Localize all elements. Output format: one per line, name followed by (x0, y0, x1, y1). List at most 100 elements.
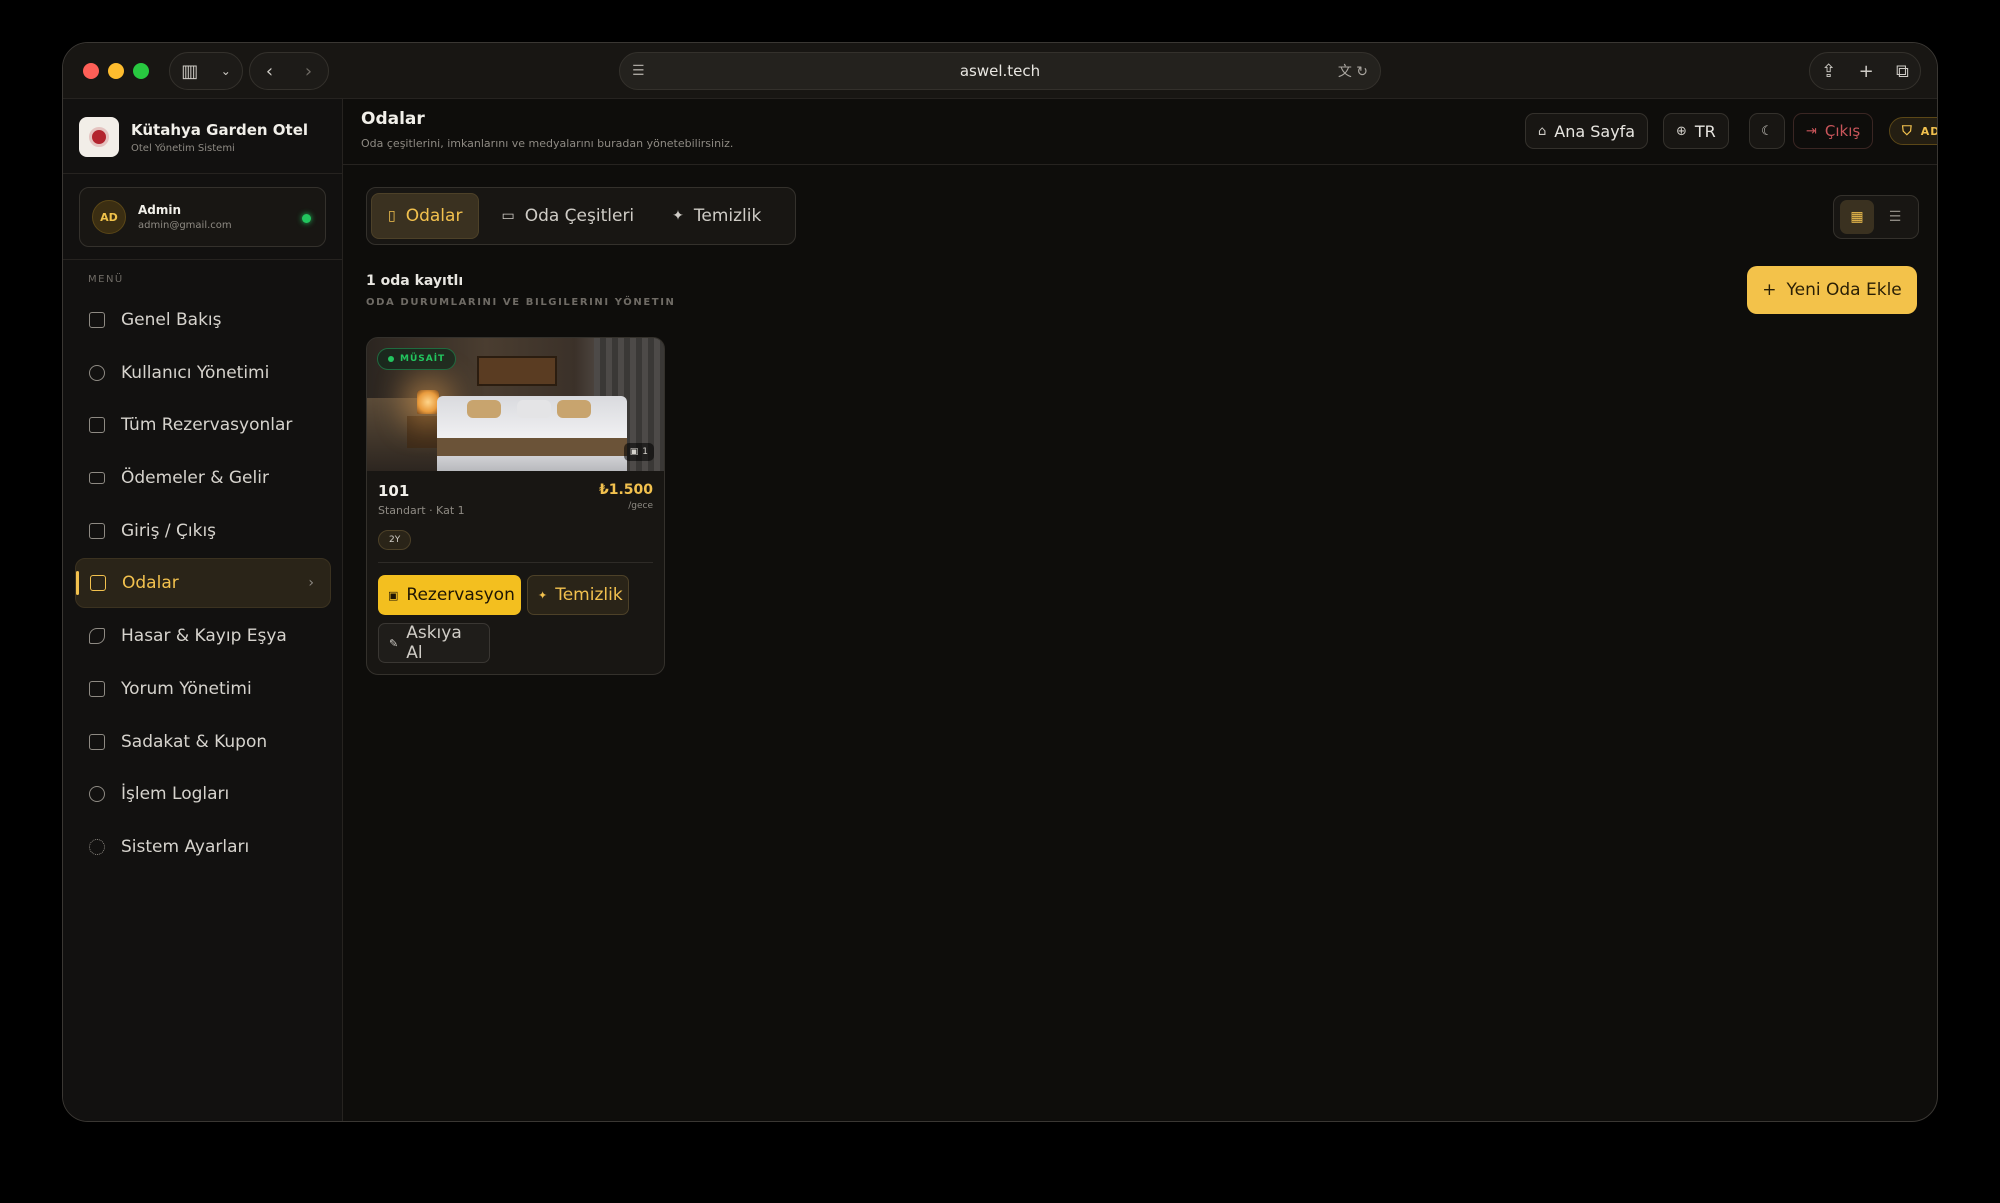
moon-icon: ☾ (1761, 123, 1773, 139)
sidebar-item-odemeler-gelir[interactable]: Ödemeler & Gelir (75, 453, 331, 503)
sidebar-item-sadakat-kupon[interactable]: Sadakat & Kupon (75, 717, 331, 767)
page-header: Odalar Oda çeşitlerini, imkanlarını ve m… (343, 99, 1937, 165)
sparkles-icon: ✦ (672, 208, 684, 224)
sidebar-item-giris-cikis[interactable]: Giriş / Çıkış (75, 506, 331, 556)
capacity-badge: 2Y (378, 530, 412, 550)
avatar: AD (92, 200, 126, 234)
view-toggle: ▦ ☰ (1833, 195, 1919, 239)
tab-odalar[interactable]: ▯ Odalar (371, 193, 480, 239)
sidebar-item-label: Giriş / Çıkış (121, 520, 217, 541)
home-button[interactable]: ⌂ Ana Sayfa (1525, 113, 1649, 149)
sidebar-item-label: Tüm Rezervasyonlar (121, 415, 293, 436)
room-count: 1 oda kayıtlı (366, 273, 464, 289)
sidebar-item-label: Odalar (122, 573, 179, 594)
wrench-icon (89, 628, 105, 645)
sidebar-item-label: İşlem Logları (121, 784, 230, 805)
status-badge: MÜSAİT (377, 348, 457, 370)
building-icon (89, 522, 105, 539)
sidebar-item-islem-loglari[interactable]: İşlem Logları (75, 769, 331, 819)
share-icon[interactable]: ⇪ (1821, 61, 1836, 82)
reservation-button[interactable]: ▣ Rezervasyon (378, 575, 521, 615)
room-price: ₺1.500 (598, 482, 653, 498)
hotel-icon (90, 575, 106, 592)
forward-icon[interactable]: › (305, 61, 312, 82)
suspend-label: Askıya Al (406, 623, 462, 663)
sidebar-item-tum-rezervasyonlar[interactable]: Tüm Rezervasyonlar (75, 400, 331, 450)
sidebar-item-label: Sadakat & Kupon (121, 731, 268, 752)
message-icon (89, 680, 105, 697)
role-badge: ⛉ ADMIN (1889, 117, 1937, 145)
tabs-overview-icon[interactable]: ⧉ (1896, 61, 1909, 82)
home-icon: ⌂ (1538, 123, 1547, 139)
browser-actions: ⇪ + ⧉ (1809, 52, 1921, 90)
brand[interactable]: Kütahya Garden Otel Otel Yönetim Sistemi (79, 117, 308, 157)
sidebar-item-yorum-yonetimi[interactable]: Yorum Yönetimi (75, 664, 331, 714)
sidebar-item-genel-bakis[interactable]: Genel Bakış (75, 295, 331, 345)
logout-button[interactable]: ⇥ Çıkış (1793, 113, 1874, 149)
brand-subtitle: Otel Yönetim Sistemi (131, 142, 235, 154)
image-count: 1 (642, 447, 648, 457)
sidebar-item-label: Genel Bakış (121, 310, 222, 330)
room-number: 101 (378, 482, 410, 500)
history-icon (89, 786, 105, 803)
room-photo[interactable]: MÜSAİT ▣ 1 (367, 338, 664, 471)
zoom-window-button[interactable] (133, 63, 149, 79)
user-card[interactable]: AD Admin admin@gmail.com (79, 187, 326, 247)
sidebar-item-label: Yorum Yönetimi (121, 678, 252, 699)
logout-label: Çıkış (1824, 122, 1861, 140)
back-icon[interactable]: ‹ (266, 61, 273, 82)
new-tab-icon[interactable]: + (1859, 61, 1874, 82)
grid-view-button[interactable]: ▦ (1840, 200, 1874, 234)
tab-label: Odalar (405, 206, 463, 226)
theme-toggle-button[interactable]: ☾ (1749, 113, 1785, 149)
chevron-right-icon: › (308, 575, 314, 592)
sidebar-item-label: Hasar & Kayıp Eşya (121, 626, 287, 647)
page-settings-icon[interactable]: ☰ (632, 63, 645, 79)
minimize-window-button[interactable] (108, 63, 124, 79)
calendar-icon (89, 417, 105, 434)
sidebar-item-hasar-kayip[interactable]: Hasar & Kayıp Eşya (75, 611, 331, 661)
hotel-logo-icon (79, 117, 119, 157)
status-label: MÜSAİT (400, 354, 446, 364)
tab-temizlik[interactable]: ✦ Temizlik (656, 193, 777, 239)
logout-icon: ⇥ (1806, 123, 1817, 139)
sidebar: Kütahya Garden Otel Otel Yönetim Sistemi… (63, 99, 343, 1121)
users-icon (89, 364, 105, 381)
page-title: Odalar (361, 109, 425, 129)
plus-icon: + (1762, 280, 1777, 300)
sidebar-toggle-button[interactable]: ▥ ⌄ (169, 52, 243, 90)
tab-label: Temizlik (693, 206, 762, 226)
page-subtitle: Oda çeşitlerini, imkanlarını ve medyalar… (361, 137, 734, 150)
sidebar-item-label: Kullanıcı Yönetimi (121, 362, 270, 383)
cleaning-label: Temizlik (555, 585, 623, 605)
globe-icon: ⊕ (1676, 123, 1687, 139)
sidebar-item-odalar[interactable]: Odalar › (75, 558, 331, 609)
sidebar-item-sistem-ayarlari[interactable]: Sistem Ayarları (75, 822, 331, 872)
sidebar-nav: Genel Bakış Kullanıcı Yönetimi Tüm Rezer… (75, 295, 331, 875)
image-icon: ▣ (629, 447, 639, 457)
suspend-button[interactable]: ✎ Askıya Al (378, 623, 490, 663)
translate-reload-icon[interactable]: 文 ↻ (1338, 61, 1368, 81)
tab-oda-cesitleri[interactable]: ▭ Oda Çeşitleri (485, 193, 650, 239)
menu-label: MENÜ (88, 274, 124, 285)
building-icon: ▯ (388, 208, 396, 224)
sidebar-item-kullanici-yonetimi[interactable]: Kullanıcı Yönetimi (75, 348, 331, 398)
role-label: ADMIN (1920, 124, 1937, 138)
shield-icon: ⛉ (1902, 123, 1913, 139)
address-bar[interactable]: ☰ aswel.tech 文 ↻ (619, 52, 1381, 90)
browser-toolbar: ▥ ⌄ ‹ › ☰ aswel.tech 文 ↻ ⇪ + ⧉ (63, 43, 1937, 99)
add-room-button[interactable]: + Yeni Oda Ekle (1747, 266, 1917, 314)
gear-icon (89, 838, 105, 855)
divider (63, 259, 343, 260)
tab-label: Oda Çeşitleri (524, 206, 635, 226)
room-type-floor: Standart · Kat 1 (378, 504, 465, 517)
close-window-button[interactable] (83, 63, 99, 79)
language-button[interactable]: ⊕ TR (1663, 113, 1729, 149)
home-label: Ana Sayfa (1554, 121, 1636, 141)
calendar-icon: ▣ (388, 588, 399, 602)
room-card[interactable]: MÜSAİT ▣ 1 101 Standart · Kat 1 ₺1.500 /g… (366, 337, 665, 675)
grid-icon (89, 312, 105, 328)
user-email: admin@gmail.com (138, 220, 232, 231)
list-view-button[interactable]: ☰ (1878, 200, 1912, 234)
cleaning-button[interactable]: ✦ Temizlik (527, 575, 629, 615)
